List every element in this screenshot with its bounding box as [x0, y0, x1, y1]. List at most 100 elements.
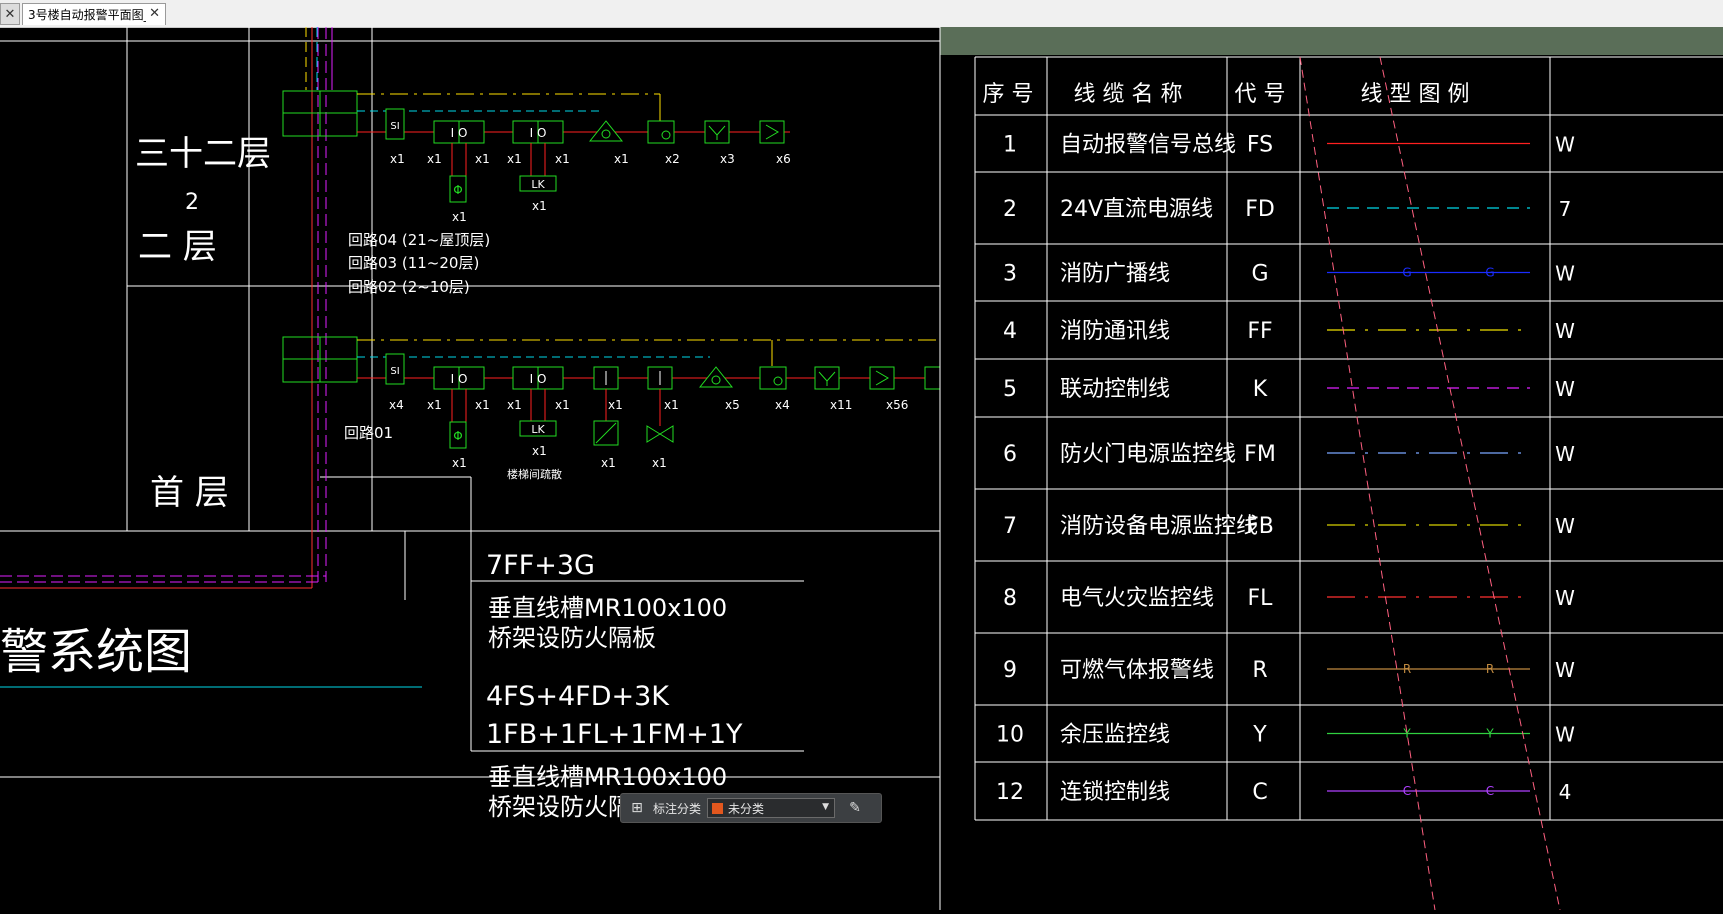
- legend-row-edge: W: [1555, 723, 1575, 747]
- legend-row-code: R: [1252, 658, 1267, 683]
- loop-note: 回路02 (2~10层): [348, 278, 470, 296]
- legend-line-mark: C: [1486, 784, 1494, 798]
- close-glyph: ✕: [4, 6, 16, 22]
- legend-header-sample: 线 型 图 例: [1361, 82, 1470, 107]
- note-trunk1b: 桥架设防火隔板: [488, 624, 656, 652]
- note-bus2b: 1FB+1FL+1FM+1Y: [486, 719, 743, 750]
- valve-icon: [646, 425, 674, 443]
- legend-line-mark: C: [1403, 784, 1411, 798]
- count-label: x1: [452, 210, 467, 224]
- legend-panel: [940, 55, 1723, 910]
- io-label: I O: [451, 126, 468, 140]
- legend-row-code: FS: [1247, 133, 1273, 158]
- si-label: SI: [390, 366, 399, 377]
- count-label: x4: [389, 398, 404, 412]
- legend-row-edge: W: [1555, 658, 1575, 682]
- count-label: x56: [886, 398, 908, 412]
- legend-row-edge: 7: [1559, 197, 1572, 221]
- count-label: x1: [452, 456, 467, 470]
- floor32-circuit: SI I O I O Φ LK: [282, 90, 790, 203]
- legend-row-no: 2: [1003, 197, 1017, 222]
- legend-row-name: 余压监控线: [1060, 723, 1170, 748]
- heat-detector-icon: [869, 366, 895, 390]
- phi-label: Φ: [453, 429, 462, 443]
- cad-canvas[interactable]: SI I O I O Φ LK x1 x1 x1 x1 x1 x1 x2 x3 …: [0, 27, 1723, 911]
- count-label: x1: [427, 398, 442, 412]
- legend-row-edge: W: [1555, 377, 1575, 401]
- floor-number: 2: [185, 190, 199, 215]
- floor32-label: 三十二层: [135, 134, 271, 174]
- manual-call-point-icon: [647, 120, 675, 144]
- category-select[interactable]: 未分类 ▼: [707, 798, 836, 818]
- drawing-title: 警系统图: [0, 624, 192, 680]
- legend-row-code: C: [1252, 780, 1267, 805]
- legend-row-edge: W: [1555, 514, 1575, 538]
- legend-line-mark: Y: [1485, 727, 1494, 741]
- phi-label: Φ: [453, 183, 462, 197]
- legend-row-edge: 4: [1559, 780, 1572, 804]
- count-label: x1: [390, 152, 405, 166]
- lk-label: LK: [531, 178, 545, 191]
- close-icon[interactable]: ✕: [0, 3, 20, 25]
- legend-row-no: 1: [1003, 133, 1017, 158]
- loop-note: 回路01: [344, 424, 393, 442]
- legend-row-no: 8: [1003, 586, 1017, 611]
- tab-label: 3号楼自动报警平面图_t: [28, 8, 146, 22]
- count-label: x1: [475, 152, 490, 166]
- legend-line-mark: G: [1402, 266, 1411, 280]
- legend-row-name: 自动报警信号总线: [1060, 133, 1236, 158]
- legend-row-name: 防火门电源监控线: [1060, 442, 1236, 467]
- drawing-svg: SI I O I O Φ LK x1 x1 x1 x1 x1 x1 x2 x3 …: [0, 27, 1723, 911]
- count-label: x1: [608, 398, 623, 412]
- tab-drawing[interactable]: 3号楼自动报警平面图_t ✕: [22, 3, 166, 25]
- legend-row-edge: W: [1555, 586, 1575, 610]
- category-swatch: [712, 802, 724, 814]
- count-label: x1: [614, 152, 629, 166]
- io-label: I O: [451, 372, 468, 386]
- count-label: x11: [830, 398, 852, 412]
- legend-row-code: Y: [1252, 723, 1267, 748]
- count-label: x2: [665, 152, 680, 166]
- category-label: 标注分类: [653, 801, 702, 816]
- legend-header-band: [940, 27, 1723, 55]
- io-label: I O: [530, 126, 547, 140]
- legend-row-code: FB: [1246, 514, 1274, 539]
- legend-row-edge: W: [1555, 262, 1575, 286]
- chevron-down-icon: ▼: [822, 802, 830, 812]
- category-value: 未分类: [728, 801, 765, 816]
- grid-icon[interactable]: ⊞: [621, 800, 653, 816]
- legend-row-no: 6: [1003, 442, 1017, 467]
- legend-row-code: FM: [1244, 442, 1276, 467]
- legend-line-mark: R: [1403, 662, 1411, 676]
- count-label: x6: [776, 152, 791, 166]
- legend-row-no: 7: [1003, 514, 1017, 539]
- count-label: x1: [555, 398, 570, 412]
- legend-row-code: K: [1253, 377, 1268, 402]
- legend-row-name: 消防设备电源监控线: [1060, 514, 1258, 539]
- tab-bar: ✕ 3号楼自动报警平面图_t ✕: [0, 0, 1723, 28]
- floor-labels: 三十二层 2 二 层 首 层: [135, 134, 271, 513]
- count-label: x1: [601, 456, 616, 470]
- legend-row-no: 12: [996, 780, 1024, 805]
- io-label: I O: [530, 372, 547, 386]
- edit-icon[interactable]: ✎: [841, 800, 869, 816]
- legend-row-name: 连锁控制线: [1060, 780, 1170, 805]
- legend-row-name: 消防广播线: [1060, 262, 1170, 287]
- count-label: x1: [427, 152, 442, 166]
- legend-header-name: 线 缆 名 称: [1074, 82, 1183, 107]
- count-label: x1: [532, 199, 547, 213]
- count-label: x1: [507, 152, 522, 166]
- count-label: x1: [652, 456, 667, 470]
- legend-row-code: G: [1251, 262, 1268, 287]
- count-label: x3: [720, 152, 735, 166]
- legend-row-name: 消防通讯线: [1060, 319, 1170, 344]
- legend-row-name: 24V直流电源线: [1060, 197, 1213, 222]
- note-bus2a: 4FS+4FD+3K: [486, 681, 670, 712]
- legend-row-edge: W: [1555, 319, 1575, 343]
- lk-label: LK: [531, 423, 545, 436]
- tab-close-icon[interactable]: ✕: [149, 6, 160, 21]
- legend-row-no: 10: [996, 723, 1024, 748]
- si-label: SI: [390, 121, 399, 132]
- legend-row-no: 9: [1003, 658, 1017, 683]
- legend-header-code: 代 号: [1235, 82, 1286, 107]
